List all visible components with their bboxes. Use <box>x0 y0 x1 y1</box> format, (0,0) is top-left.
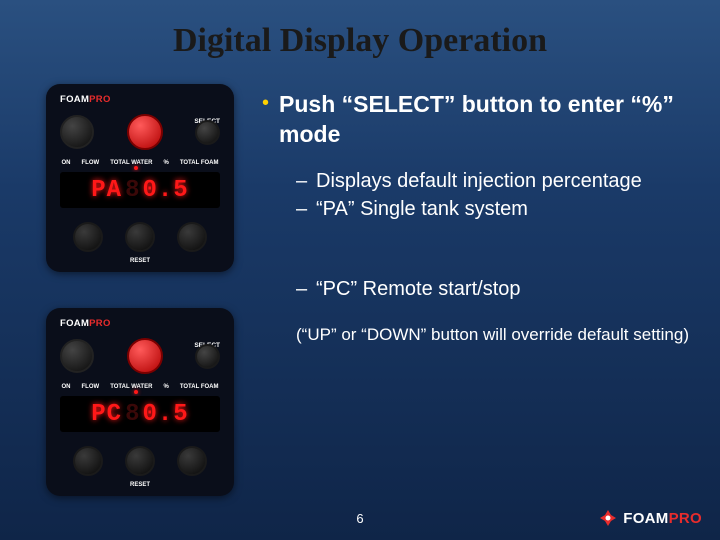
select-knob <box>195 120 220 145</box>
sub-bullet-list-2: – “PC” Remote start/stop <box>262 276 690 302</box>
bullet-icon: • <box>262 90 269 150</box>
sub-bullet: – “PA” Single tank system <box>296 196 690 222</box>
digital-display: PA 8 0.5 <box>60 172 220 208</box>
footer-logo: FOAMPRO <box>598 508 702 528</box>
page-number: 6 <box>356 511 363 526</box>
bottom-controls <box>46 222 234 252</box>
logo-text: FOAMPRO <box>623 510 702 527</box>
select-knob <box>195 344 220 369</box>
display-value: 0.5 <box>143 401 189 428</box>
foam-knob <box>60 339 94 373</box>
content-area: FOAMPRO SELECT ONFLOWTOTAL WATER%TOTAL F… <box>0 60 720 496</box>
sub-bullet: – “PC” Remote start/stop <box>296 276 690 302</box>
down-knob <box>73 222 103 252</box>
sub-bullet-list-1: – Displays default injection percentage … <box>262 168 690 222</box>
top-controls <box>46 338 234 374</box>
logo-icon <box>598 508 618 528</box>
brand-label: FOAMPRO <box>60 94 111 105</box>
dash-icon: – <box>296 196 308 222</box>
display-value: 0.5 <box>143 177 189 204</box>
reset-label: RESET <box>130 482 150 488</box>
panel-column: FOAMPRO SELECT ONFLOWTOTAL WATER%TOTAL F… <box>46 84 234 496</box>
reset-label: RESET <box>130 258 150 264</box>
up-knob <box>177 446 207 476</box>
sub-bullet: – Displays default injection percentage <box>296 168 690 194</box>
display-dim: 8 <box>125 401 139 428</box>
up-knob <box>177 222 207 252</box>
sub-bullet-text: “PA” Single tank system <box>316 196 528 222</box>
indicator-labels: ONFLOWTOTAL WATER%TOTAL FOAM <box>46 384 234 390</box>
dash-icon: – <box>296 276 308 302</box>
main-bullet-text: Push “SELECT” button to enter “%” mode <box>279 90 690 150</box>
display-dim: 8 <box>125 177 139 204</box>
display-letters: PA <box>91 177 122 204</box>
brand-label: FOAMPRO <box>60 318 111 329</box>
indicator-labels: ONFLOWTOTAL WATER%TOTAL FOAM <box>46 160 234 166</box>
note-text: (“UP” or “DOWN” button will override def… <box>262 324 690 346</box>
sub-bullet-text: “PC” Remote start/stop <box>316 276 521 302</box>
indicator-led <box>134 166 138 170</box>
digital-display: PC 8 0.5 <box>60 396 220 432</box>
red-button <box>127 114 163 150</box>
down-knob <box>73 446 103 476</box>
sub-bullet-text: Displays default injection percentage <box>316 168 642 194</box>
top-controls <box>46 114 234 150</box>
bottom-controls <box>46 446 234 476</box>
text-column: • Push “SELECT” button to enter “%” mode… <box>262 84 690 496</box>
reset-knob <box>125 446 155 476</box>
device-panel-pa: FOAMPRO SELECT ONFLOWTOTAL WATER%TOTAL F… <box>46 84 234 272</box>
reset-knob <box>125 222 155 252</box>
dash-icon: – <box>296 168 308 194</box>
red-button <box>127 338 163 374</box>
indicator-led <box>134 390 138 394</box>
display-letters: PC <box>91 401 122 428</box>
foam-knob <box>60 115 94 149</box>
main-bullet: • Push “SELECT” button to enter “%” mode <box>262 90 690 150</box>
slide-title: Digital Display Operation <box>0 0 720 60</box>
device-panel-pc: FOAMPRO SELECT ONFLOWTOTAL WATER%TOTAL F… <box>46 308 234 496</box>
